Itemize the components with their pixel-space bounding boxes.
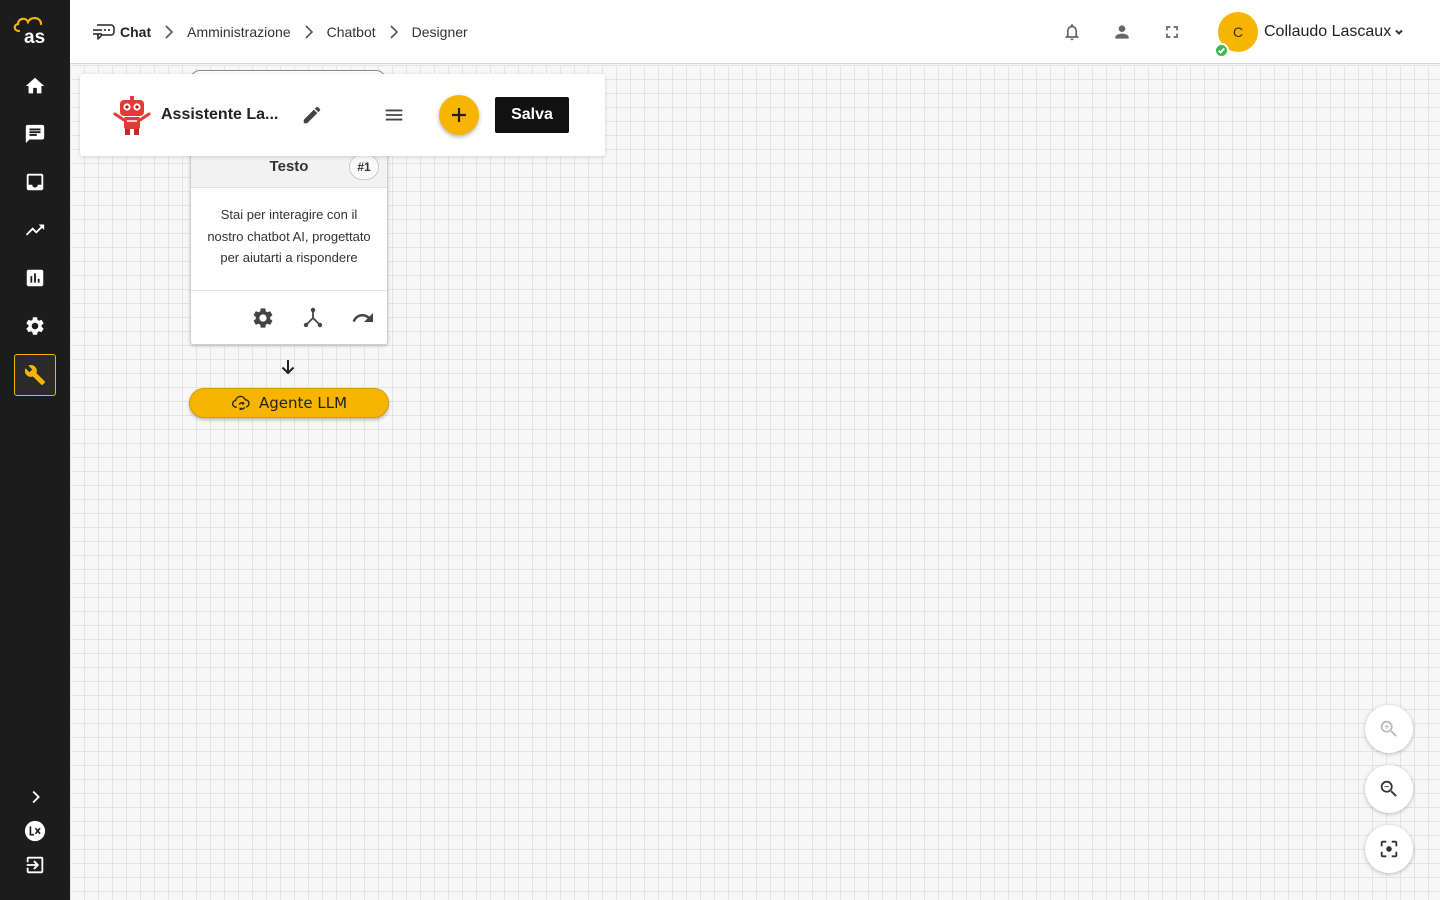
online-status-badge: [1214, 43, 1229, 58]
cloud-sync-icon: [231, 395, 250, 411]
add-node-button[interactable]: [439, 95, 479, 135]
sidebar-item-reports[interactable]: [14, 257, 56, 299]
node-text: Stai per interagire con il nostro chatbo…: [191, 188, 387, 291]
logout-icon: [26, 856, 44, 874]
llm-agent-label: Agente LLM: [258, 394, 348, 412]
inbox-icon: [26, 173, 44, 191]
hamburger-menu-icon: [385, 109, 403, 121]
breadcrumb-chatbot[interactable]: Chatbot: [327, 24, 376, 40]
chatbot-icon: [93, 24, 115, 40]
trending-icon: [25, 224, 45, 236]
logout-button[interactable]: [14, 850, 56, 880]
bot-name: Assistente La...: [161, 106, 279, 123]
notifications-button[interactable]: [1062, 22, 1082, 42]
breadcrumb-administration[interactable]: Amministrazione: [187, 24, 290, 40]
user-name: Collaudo Lascaux: [1264, 23, 1392, 40]
node-actions: [191, 291, 387, 344]
fit-view-button[interactable]: [1365, 825, 1413, 873]
person-icon: [1115, 25, 1129, 39]
check-icon: [1218, 47, 1225, 54]
menu-button[interactable]: [383, 104, 405, 126]
bar-chart-icon: [26, 269, 44, 287]
node-number-badge: #1: [349, 154, 379, 180]
zoom-in-icon: [1380, 720, 1397, 737]
chevron-down-icon: [1395, 29, 1403, 35]
sidebar-item-home[interactable]: [14, 65, 56, 107]
expand-sidebar-button[interactable]: [14, 782, 56, 812]
sidebar-item-settings[interactable]: [14, 305, 56, 347]
sidebar-item-designer[interactable]: [14, 354, 56, 396]
user-menu[interactable]: C Collaudo Lascaux: [1214, 12, 1405, 58]
edit-bot-name-button[interactable]: [301, 104, 323, 126]
app-logo[interactable]: as: [11, 14, 59, 46]
plus-icon: [452, 108, 466, 122]
text-node[interactable]: Testo #1 Stai per interagire con il nost…: [190, 135, 388, 345]
top-bar: Chat Amministrazione Chatbot Designer C …: [70, 0, 1440, 64]
save-button[interactable]: Salva: [495, 97, 569, 133]
sidebar: as: [0, 0, 70, 900]
bell-icon: [1065, 24, 1079, 41]
sidebar-item-chat[interactable]: [14, 113, 56, 155]
pencil-icon: [303, 106, 321, 124]
chevron-right-icon: [305, 25, 313, 39]
home-icon: [25, 77, 45, 94]
settings-icon: [26, 317, 44, 335]
flow-designer-canvas[interactable]: Testo #1 Stai per interagire con il nost…: [70, 65, 1440, 900]
breadcrumb-designer: Designer: [411, 24, 468, 40]
svg-text:as: as: [24, 27, 45, 46]
breadcrumb-chat[interactable]: Chat: [120, 24, 151, 40]
wrench-icon: [24, 365, 46, 386]
fullscreen-icon: [1166, 26, 1178, 38]
avatar[interactable]: C: [1214, 12, 1258, 58]
center-focus-icon: [1380, 840, 1398, 858]
lx-brand-button[interactable]: [14, 816, 56, 846]
chat-icon: [25, 124, 45, 144]
lx-logo-icon: [24, 820, 46, 842]
sidebar-item-trends[interactable]: [14, 209, 56, 251]
zoom-out-button[interactable]: [1365, 765, 1413, 813]
llm-agent-button[interactable]: Agente LLM: [189, 388, 389, 418]
gear-icon[interactable]: [251, 306, 275, 330]
zoom-in-button[interactable]: [1365, 705, 1413, 753]
branch-icon[interactable]: [301, 306, 325, 330]
chevron-right-icon: [390, 25, 398, 39]
chevron-right-icon: [165, 25, 174, 39]
zoom-out-icon: [1380, 780, 1397, 797]
redo-icon[interactable]: [351, 306, 375, 330]
arrow-down-icon: [281, 360, 295, 375]
fullscreen-button[interactable]: [1162, 22, 1182, 42]
avatar-initial: C: [1232, 24, 1244, 40]
bot-toolbar: Assistente La... Salva: [80, 74, 605, 156]
profile-button[interactable]: [1112, 22, 1132, 42]
breadcrumb: Chat Amministrazione Chatbot Designer: [90, 0, 468, 64]
chevron-right-icon: [32, 790, 40, 804]
robot-icon: [113, 96, 151, 135]
sidebar-item-inbox[interactable]: [14, 161, 56, 203]
